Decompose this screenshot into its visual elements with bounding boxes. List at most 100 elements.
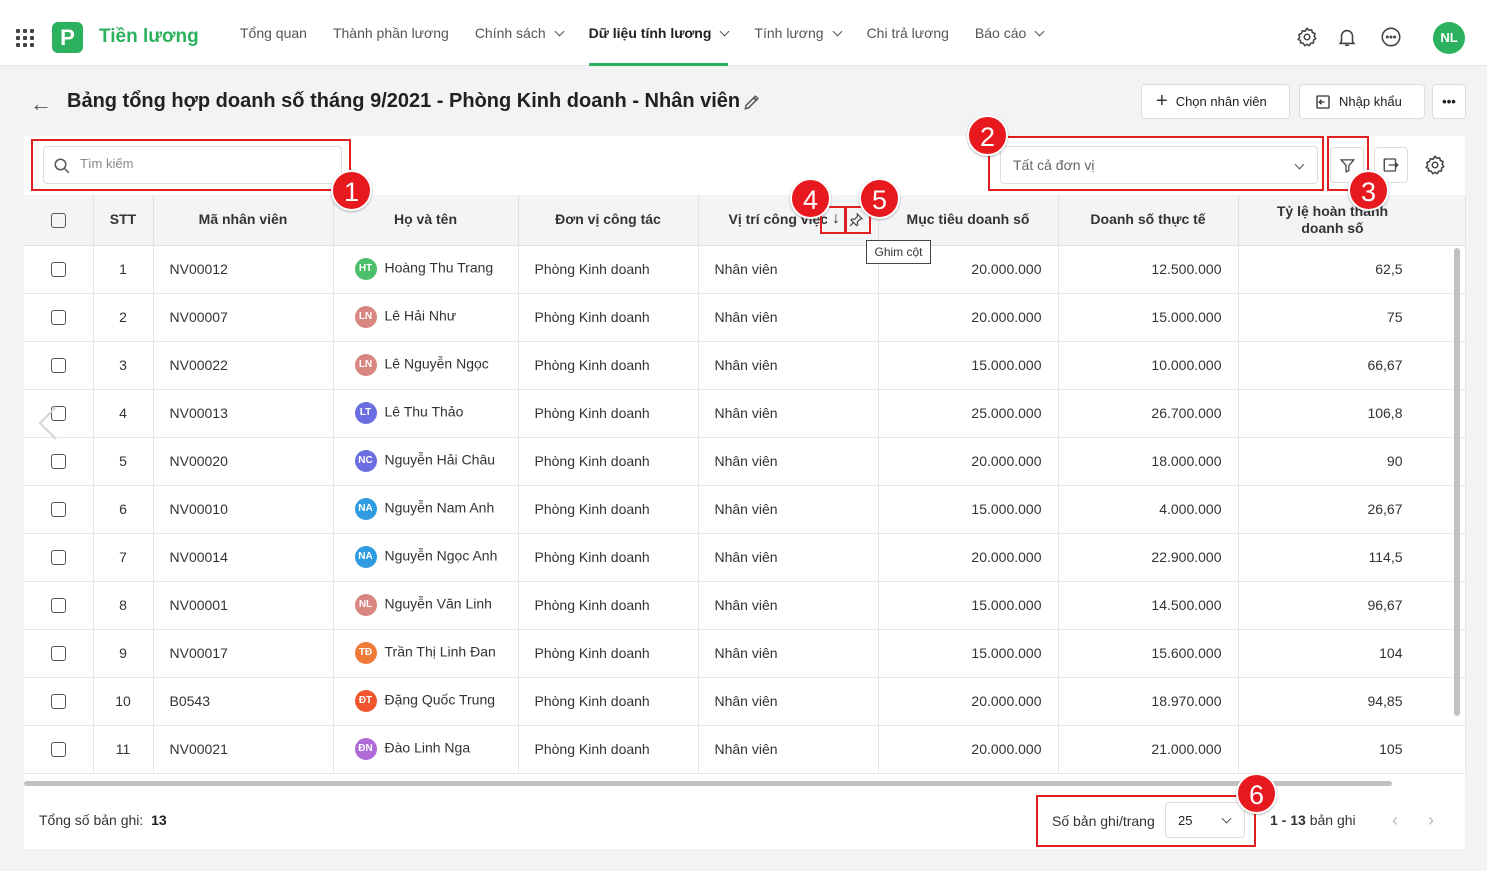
edit-title-icon[interactable]: [742, 92, 762, 112]
nav-item-1[interactable]: Thành phần lương: [333, 0, 449, 66]
annotation-box-search: [31, 139, 351, 191]
table-row[interactable]: 10 B0543 ĐT Đặng Quốc Trung Phòng Kinh doanh…: [24, 677, 1466, 726]
row-checkbox[interactable]: [50, 454, 66, 470]
employee-avatar: HT: [354, 258, 377, 280]
nav-item-3[interactable]: Dữ liệu tính lương: [588, 0, 730, 66]
cell-actual-sales: 26.700.000: [1058, 389, 1239, 438]
cell-actual-sales: 4.000.000: [1058, 485, 1239, 534]
cell-unit: Phòng Kinh doanh: [518, 437, 699, 486]
table-row[interactable]: 11 NV00021 ĐN Đào Linh Nga Phòng Kinh doanh N…: [24, 725, 1466, 774]
table-settings-button[interactable]: [1418, 147, 1452, 183]
settings-icon[interactable]: [1296, 26, 1318, 48]
cell-completion-rate: 26,67: [1238, 485, 1466, 534]
import-button[interactable]: Nhập khẩu: [1299, 84, 1425, 119]
cell-position: Nhân viên: [698, 437, 879, 486]
employee-avatar: ĐT: [354, 690, 377, 712]
row-select-cell: [24, 485, 94, 534]
row-checkbox[interactable]: [50, 646, 66, 662]
table-row[interactable]: 2 NV00007 LN Lê Hải Như Phòng Kinh doanh Nhân…: [24, 293, 1466, 342]
cell-full-name: LT Lê Thu Thảo: [333, 389, 519, 438]
plus-icon: +: [1156, 90, 1168, 112]
nav-item-4[interactable]: Tính lương: [754, 0, 843, 66]
nav-item-label: Chi trả lương: [866, 25, 949, 41]
more-circle-icon[interactable]: [1380, 26, 1402, 48]
nav-item-2[interactable]: Chính sách: [475, 0, 565, 66]
nav-item-label: Tổng quan: [240, 25, 307, 41]
cell-actual-sales: 12.500.000: [1058, 245, 1239, 294]
row-checkbox[interactable]: [50, 358, 66, 374]
row-select-cell: [24, 245, 94, 294]
chevron-down-icon: [832, 26, 843, 36]
table-row[interactable]: 6 NV00010 NA Nguyễn Nam Anh Phòng Kinh doanh…: [24, 485, 1466, 534]
next-page-icon[interactable]: ›: [1428, 810, 1434, 831]
row-checkbox[interactable]: [50, 550, 66, 566]
annotation-badge-5: 5: [859, 178, 900, 219]
cell-completion-rate: 114,5: [1238, 533, 1466, 582]
total-records-label: Tổng số bản ghi:: [39, 812, 144, 828]
table-row[interactable]: 9 NV00017 TĐ Trần Thị Linh Đan Phòng Kinh do…: [24, 629, 1466, 678]
cell-position: Nhân viên: [698, 581, 879, 630]
table-row[interactable]: 3 NV00022 LN Lê Nguyễn Ngọc Phòng Kinh doanh…: [24, 341, 1466, 390]
header-unit[interactable]: Đơn vị công tác: [518, 195, 699, 246]
cell-unit: Phòng Kinh doanh: [518, 293, 699, 342]
cell-unit: Phòng Kinh doanh: [518, 629, 699, 678]
employee-avatar: NA: [354, 546, 377, 568]
more-actions-button[interactable]: •••: [1432, 84, 1466, 119]
cell-completion-rate: 106,8: [1238, 389, 1466, 438]
bell-icon[interactable]: [1336, 26, 1358, 48]
row-checkbox[interactable]: [50, 310, 66, 326]
user-avatar[interactable]: NL: [1433, 22, 1465, 54]
row-checkbox[interactable]: [50, 598, 66, 614]
header-actual-sales[interactable]: Doanh số thực tế: [1058, 195, 1239, 246]
cell-unit: Phòng Kinh doanh: [518, 245, 699, 294]
table-row[interactable]: 5 NV00020 NC Nguyễn Hải Châu Phòng Kinh doan…: [24, 437, 1466, 486]
cell-full-name: ĐN Đào Linh Nga: [333, 725, 519, 774]
cell-position: Nhân viên: [698, 389, 879, 438]
select-all-checkbox[interactable]: [50, 213, 66, 229]
export-icon: [1383, 158, 1399, 172]
cell-completion-rate: 105: [1238, 725, 1466, 774]
cell-stt: 4: [93, 389, 154, 438]
select-employee-button[interactable]: + Chọn nhân viên: [1141, 84, 1290, 119]
table-row[interactable]: 1 NV00012 HT Hoàng Thu Trang Phòng Kinh doan…: [24, 245, 1466, 294]
vertical-scrollbar[interactable]: [1454, 248, 1460, 716]
table-row[interactable]: 7 NV00014 NA Nguyễn Ngọc Anh Phòng Kinh doan…: [24, 533, 1466, 582]
cell-position: Nhân viên: [698, 725, 879, 774]
back-arrow-icon[interactable]: ←: [30, 91, 52, 117]
cell-unit: Phòng Kinh doanh: [518, 677, 699, 726]
cell-full-name: LN Lê Nguyễn Ngọc: [333, 341, 519, 390]
nav-item-5[interactable]: Chi trả lương: [867, 0, 949, 66]
nav-item-0[interactable]: Tổng quan: [240, 0, 307, 66]
header-sales-target[interactable]: Mục tiêu doanh số: [878, 195, 1059, 246]
cell-unit: Phòng Kinh doanh: [518, 389, 699, 438]
cell-position: Nhân viên: [698, 245, 879, 294]
cell-actual-sales: 15.000.000: [1058, 293, 1239, 342]
row-checkbox[interactable]: [50, 694, 66, 710]
employee-name: Nguyễn Hải Châu: [384, 451, 496, 468]
app-grid-icon[interactable]: [16, 29, 34, 47]
header-stt[interactable]: STT: [93, 195, 154, 246]
row-select-cell: [24, 437, 94, 486]
table-row[interactable]: 8 NV00001 NL Nguyễn Văn Linh Phòng Kinh doan…: [24, 581, 1466, 630]
employee-name: Nguyễn Nam Anh: [384, 499, 495, 516]
row-checkbox[interactable]: [50, 742, 66, 758]
row-checkbox[interactable]: [50, 502, 66, 518]
table-row[interactable]: 4 NV00013 LT Lê Thu Thảo Phòng Kinh doanh Nhâ…: [24, 389, 1466, 438]
cell-employee-code: NV00020: [153, 437, 334, 486]
carousel-left-arrow-icon[interactable]: [36, 404, 62, 442]
annotation-badge-2: 2: [967, 115, 1008, 156]
employee-name: Đặng Quốc Trung: [384, 691, 496, 708]
cell-actual-sales: 18.970.000: [1058, 677, 1239, 726]
row-checkbox[interactable]: [50, 262, 66, 278]
page-title: Bảng tổng hợp doanh số tháng 9/2021 - Ph…: [67, 90, 741, 112]
nav-item-6[interactable]: Báo cáo: [975, 0, 1045, 66]
row-select-cell: [24, 629, 94, 678]
annotation-badge-4: 4: [790, 178, 831, 219]
record-range-suffix: bản ghi: [1309, 812, 1356, 828]
prev-page-icon[interactable]: ‹: [1392, 810, 1398, 831]
total-records-value: 13: [151, 812, 167, 828]
header-employee-code[interactable]: Mã nhân viên: [153, 195, 334, 246]
employee-avatar: LN: [354, 354, 377, 376]
cell-position: Nhân viên: [698, 533, 879, 582]
horizontal-scrollbar[interactable]: [24, 781, 1392, 786]
